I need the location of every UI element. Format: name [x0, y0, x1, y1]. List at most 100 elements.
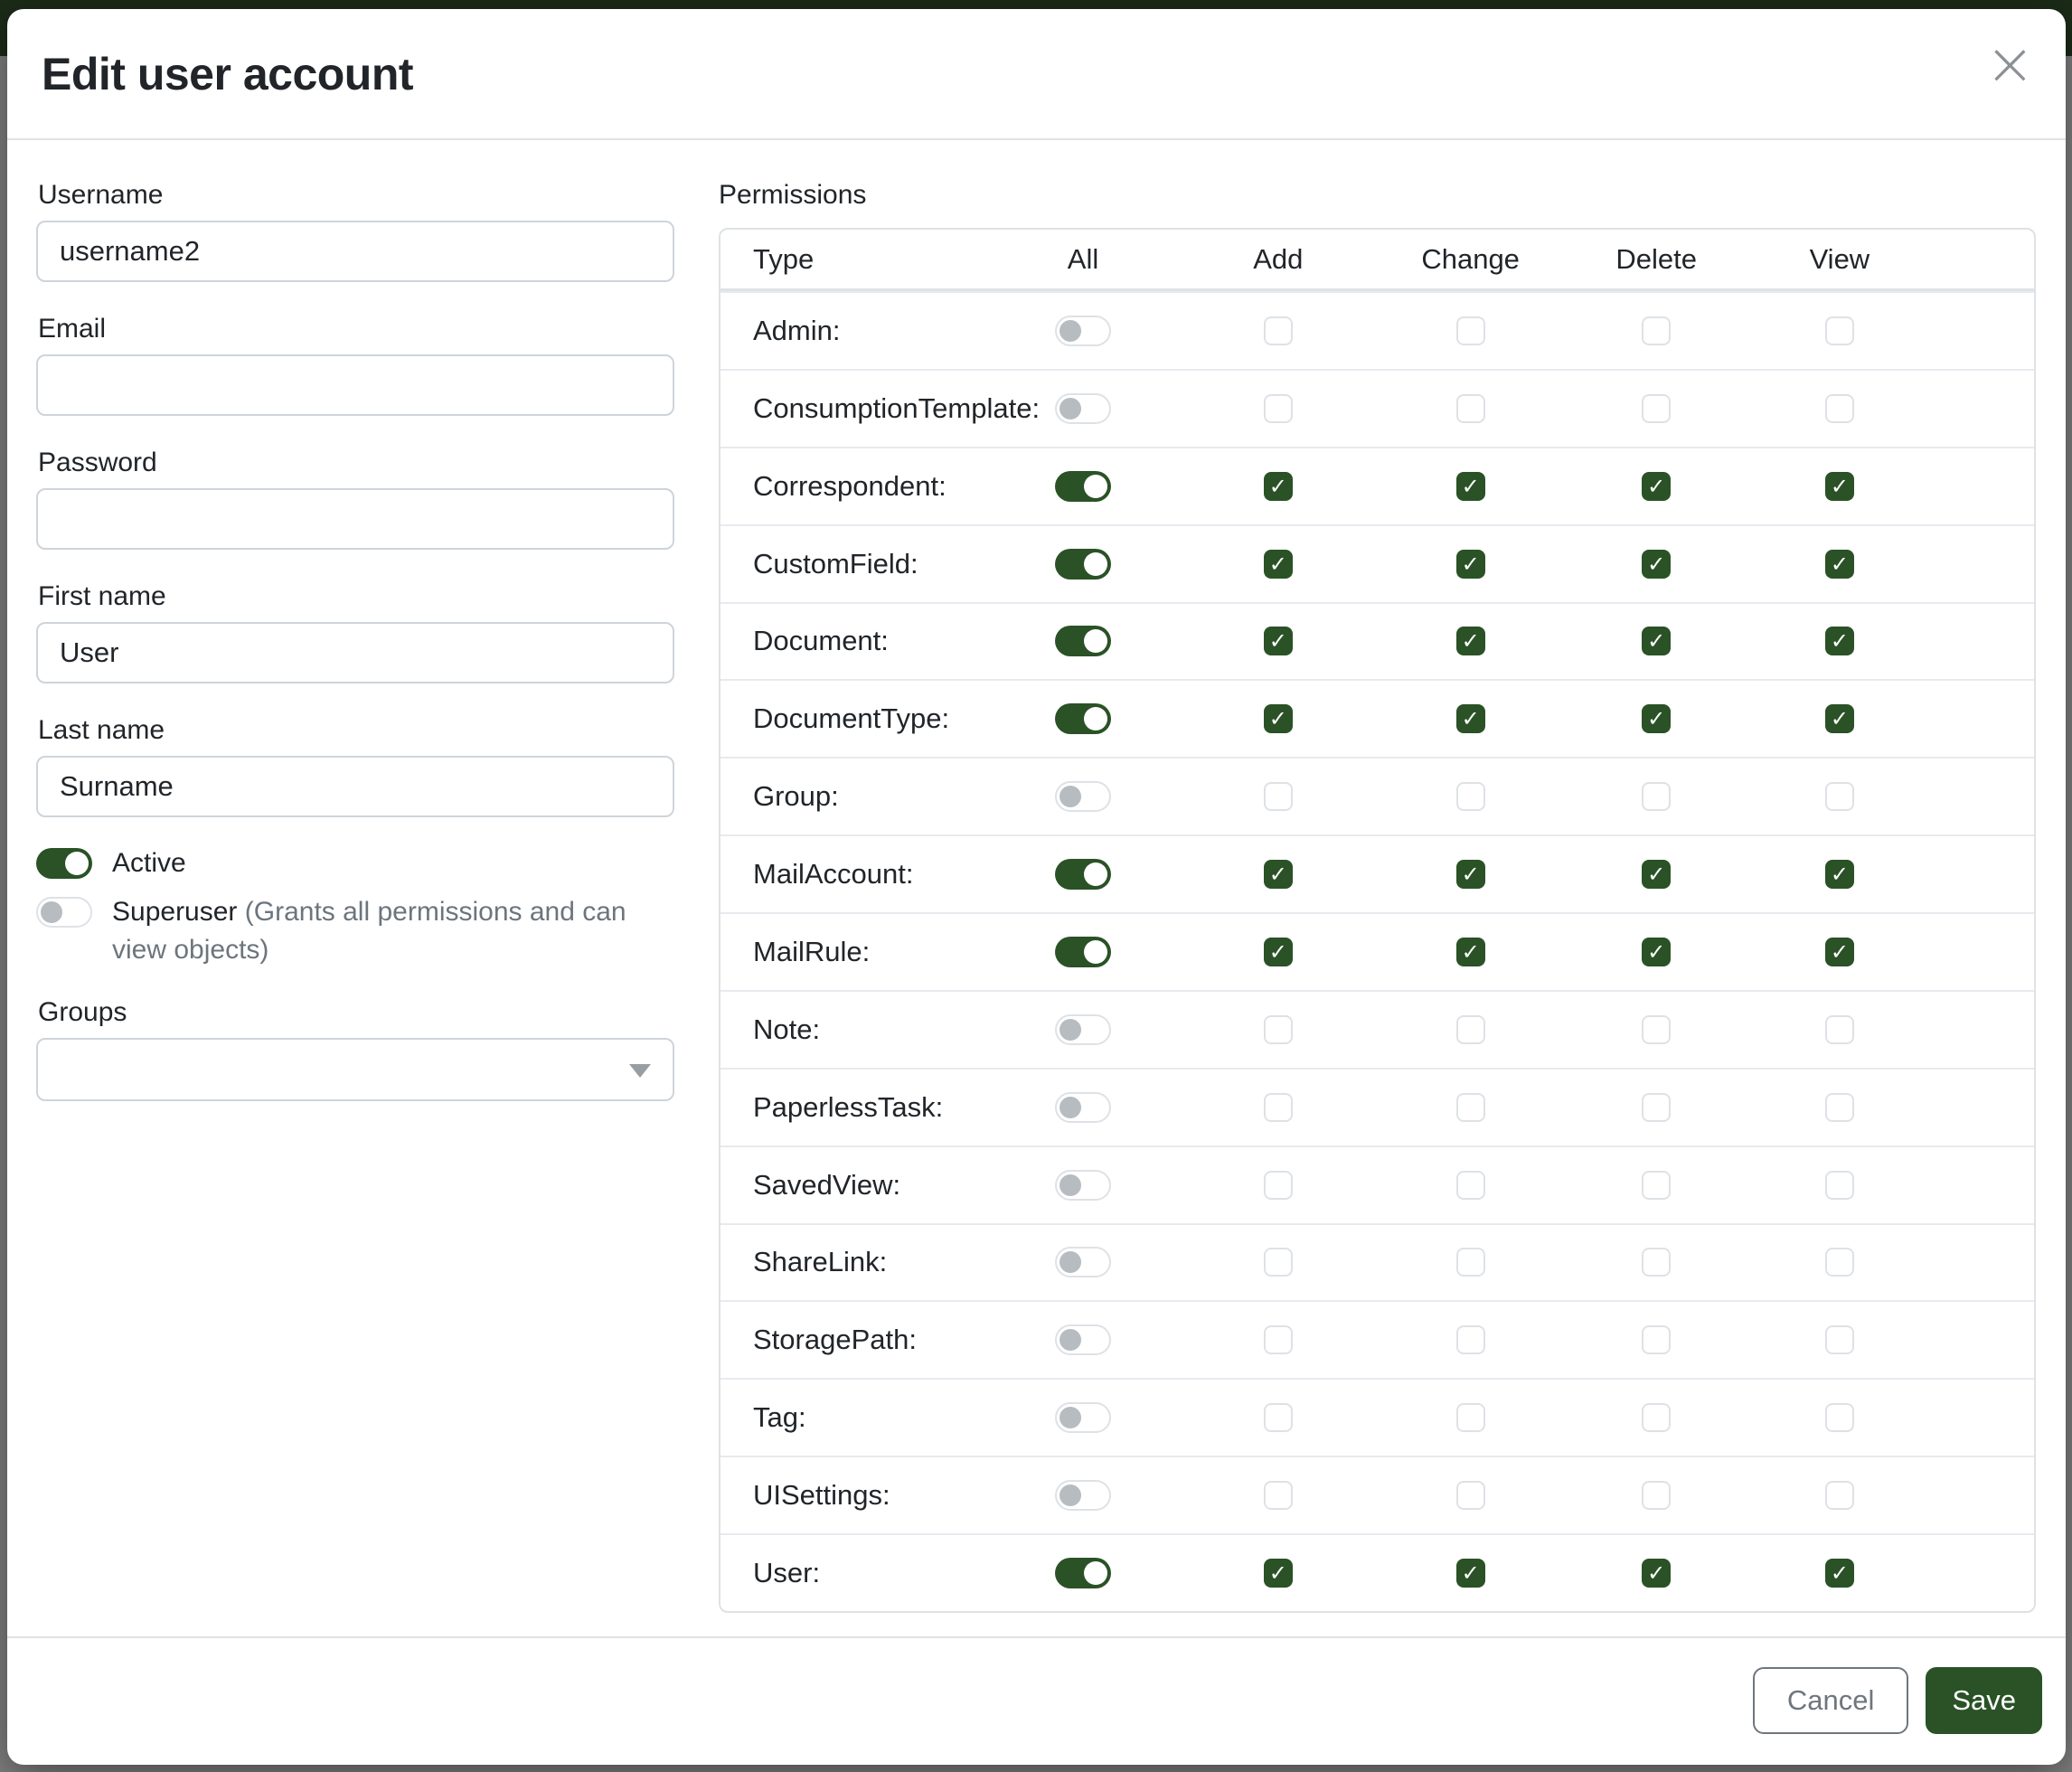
email-input[interactable]: [36, 354, 674, 416]
delete-checkbox[interactable]: [1642, 550, 1671, 579]
groups-select[interactable]: [36, 1038, 674, 1101]
change-checkbox[interactable]: [1456, 472, 1485, 501]
first-name-input[interactable]: [36, 622, 674, 683]
all-toggle[interactable]: [1055, 1324, 1111, 1355]
add-checkbox[interactable]: [1264, 1171, 1293, 1200]
view-checkbox[interactable]: [1825, 316, 1854, 345]
all-toggle[interactable]: [1055, 626, 1111, 656]
add-checkbox[interactable]: [1264, 1248, 1293, 1277]
add-checkbox[interactable]: [1264, 1481, 1293, 1510]
permission-type-label: DocumentType:: [720, 702, 986, 735]
all-toggle[interactable]: [1055, 471, 1111, 502]
change-checkbox[interactable]: [1456, 627, 1485, 655]
all-toggle[interactable]: [1055, 859, 1111, 890]
view-checkbox[interactable]: [1825, 782, 1854, 811]
change-checkbox[interactable]: [1456, 1015, 1485, 1044]
change-checkbox[interactable]: [1456, 782, 1485, 811]
toggle-knob: [1084, 940, 1107, 964]
view-checkbox[interactable]: [1825, 1248, 1854, 1277]
view-checkbox[interactable]: [1825, 1559, 1854, 1588]
delete-checkbox[interactable]: [1642, 704, 1671, 733]
add-checkbox[interactable]: [1264, 704, 1293, 733]
password-input[interactable]: [36, 488, 674, 550]
view-checkbox[interactable]: [1825, 472, 1854, 501]
change-checkbox[interactable]: [1456, 1559, 1485, 1588]
all-toggle[interactable]: [1055, 1170, 1111, 1201]
change-checkbox[interactable]: [1456, 1481, 1485, 1510]
change-checkbox[interactable]: [1456, 860, 1485, 889]
add-checkbox[interactable]: [1264, 394, 1293, 423]
delete-checkbox[interactable]: [1642, 938, 1671, 966]
all-toggle[interactable]: [1055, 937, 1111, 967]
view-checkbox[interactable]: [1825, 1403, 1854, 1432]
all-toggle[interactable]: [1055, 316, 1111, 346]
add-checkbox[interactable]: [1264, 1015, 1293, 1044]
all-toggle[interactable]: [1055, 1480, 1111, 1511]
change-checkbox[interactable]: [1456, 316, 1485, 345]
all-toggle[interactable]: [1055, 781, 1111, 812]
delete-checkbox[interactable]: [1642, 1015, 1671, 1044]
delete-checkbox[interactable]: [1642, 860, 1671, 889]
change-checkbox[interactable]: [1456, 1171, 1485, 1200]
all-toggle[interactable]: [1055, 1402, 1111, 1433]
add-checkbox[interactable]: [1264, 1403, 1293, 1432]
delete-checkbox[interactable]: [1642, 472, 1671, 501]
permission-row: MailAccount:: [720, 834, 2034, 912]
all-toggle[interactable]: [1055, 393, 1111, 424]
all-toggle[interactable]: [1055, 703, 1111, 734]
view-checkbox[interactable]: [1825, 1325, 1854, 1354]
change-checkbox[interactable]: [1456, 704, 1485, 733]
add-checkbox[interactable]: [1264, 1325, 1293, 1354]
view-checkbox[interactable]: [1825, 550, 1854, 579]
all-toggle[interactable]: [1055, 1247, 1111, 1277]
add-checkbox[interactable]: [1264, 472, 1293, 501]
change-checkbox[interactable]: [1456, 550, 1485, 579]
add-checkbox[interactable]: [1264, 1559, 1293, 1588]
view-checkbox[interactable]: [1825, 394, 1854, 423]
cancel-button[interactable]: Cancel: [1753, 1667, 1909, 1734]
delete-checkbox[interactable]: [1642, 1248, 1671, 1277]
delete-checkbox[interactable]: [1642, 1325, 1671, 1354]
close-icon[interactable]: ×: [1985, 34, 2035, 94]
view-checkbox[interactable]: [1825, 1015, 1854, 1044]
delete-checkbox[interactable]: [1642, 394, 1671, 423]
change-checkbox[interactable]: [1456, 938, 1485, 966]
add-checkbox[interactable]: [1264, 316, 1293, 345]
change-checkbox[interactable]: [1456, 1093, 1485, 1122]
add-checkbox[interactable]: [1264, 860, 1293, 889]
change-checkbox[interactable]: [1456, 394, 1485, 423]
superuser-toggle[interactable]: [36, 897, 92, 928]
view-checkbox[interactable]: [1825, 860, 1854, 889]
add-checkbox[interactable]: [1264, 627, 1293, 655]
add-checkbox[interactable]: [1264, 938, 1293, 966]
add-checkbox[interactable]: [1264, 550, 1293, 579]
delete-checkbox[interactable]: [1642, 1559, 1671, 1588]
delete-checkbox[interactable]: [1642, 1403, 1671, 1432]
delete-checkbox[interactable]: [1642, 782, 1671, 811]
view-checkbox[interactable]: [1825, 938, 1854, 966]
active-toggle[interactable]: [36, 848, 92, 879]
view-checkbox[interactable]: [1825, 1093, 1854, 1122]
delete-checkbox[interactable]: [1642, 316, 1671, 345]
all-toggle[interactable]: [1055, 549, 1111, 580]
toggle-knob: [1084, 1561, 1107, 1585]
delete-checkbox[interactable]: [1642, 1093, 1671, 1122]
delete-checkbox[interactable]: [1642, 1171, 1671, 1200]
delete-checkbox[interactable]: [1642, 627, 1671, 655]
view-checkbox[interactable]: [1825, 627, 1854, 655]
view-checkbox[interactable]: [1825, 1171, 1854, 1200]
view-checkbox[interactable]: [1825, 704, 1854, 733]
all-toggle[interactable]: [1055, 1014, 1111, 1045]
username-input[interactable]: [36, 221, 674, 282]
last-name-input[interactable]: [36, 756, 674, 817]
change-checkbox[interactable]: [1456, 1403, 1485, 1432]
all-toggle[interactable]: [1055, 1558, 1111, 1588]
change-checkbox[interactable]: [1456, 1248, 1485, 1277]
all-toggle[interactable]: [1055, 1092, 1111, 1123]
add-checkbox[interactable]: [1264, 782, 1293, 811]
delete-checkbox[interactable]: [1642, 1481, 1671, 1510]
save-button[interactable]: Save: [1926, 1667, 2042, 1734]
change-checkbox[interactable]: [1456, 1325, 1485, 1354]
view-checkbox[interactable]: [1825, 1481, 1854, 1510]
add-checkbox[interactable]: [1264, 1093, 1293, 1122]
